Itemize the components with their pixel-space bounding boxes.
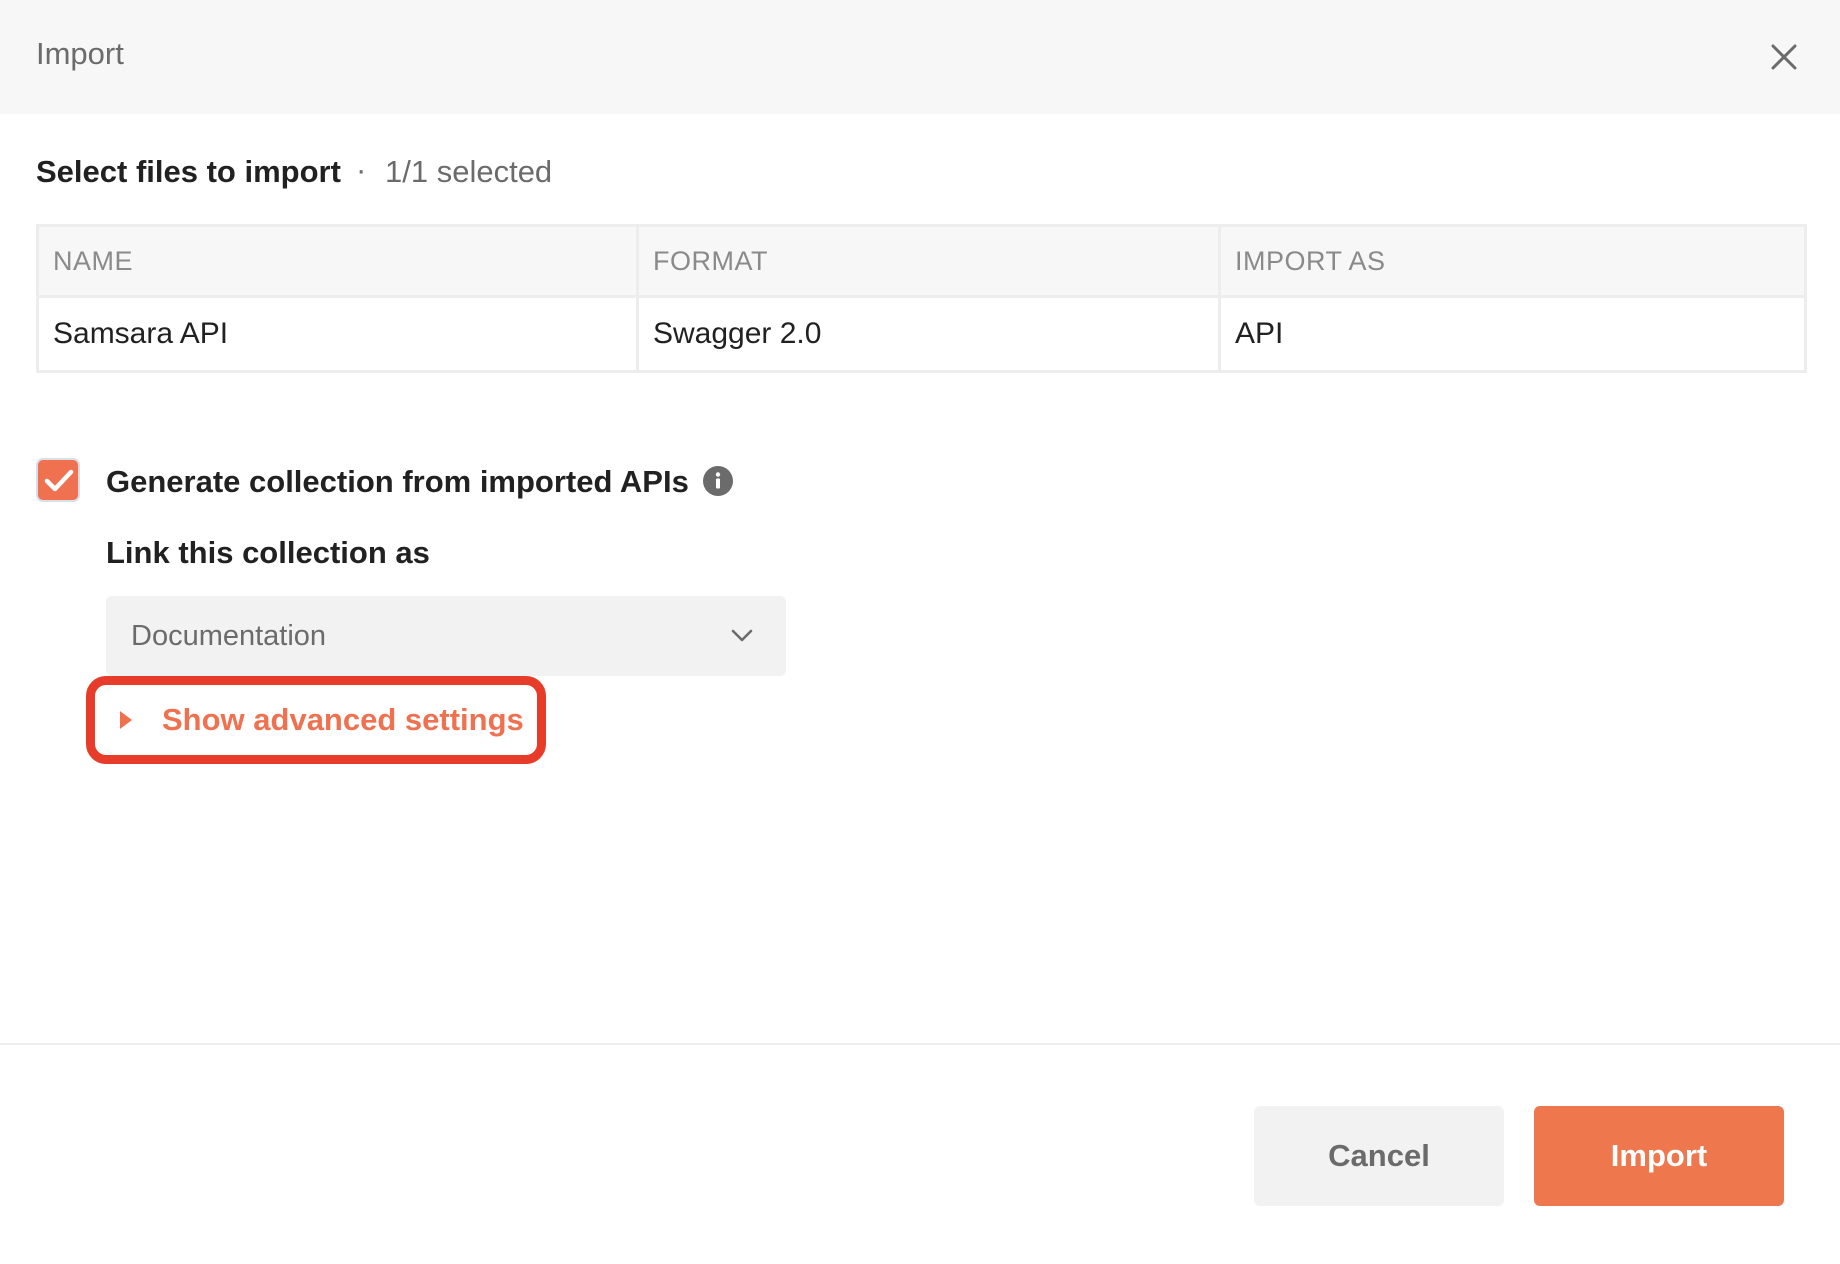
link-collection-select[interactable]: Documentation: [106, 596, 786, 676]
import-dialog: Import Select files to import · 1/1 sele…: [0, 0, 1840, 1264]
footer-divider: [0, 1043, 1840, 1045]
show-advanced-settings-label: Show advanced settings: [162, 702, 524, 737]
generate-collection-checkbox[interactable]: [36, 458, 80, 502]
column-header-name: NAME: [36, 224, 639, 298]
link-collection-label: Link this collection as: [106, 535, 430, 570]
column-header-import-as: IMPORT AS: [1218, 224, 1807, 298]
table-row[interactable]: Samsara API Swagger 2.0 API: [36, 295, 1807, 373]
dialog-header: Import: [0, 0, 1840, 114]
info-icon[interactable]: [703, 466, 733, 496]
close-icon: [1771, 44, 1797, 70]
column-header-format: FORMAT: [636, 224, 1221, 298]
close-button[interactable]: [1760, 33, 1808, 81]
generate-collection-label[interactable]: Generate collection from imported APIs: [106, 464, 689, 500]
cancel-button[interactable]: Cancel: [1254, 1106, 1504, 1206]
chevron-down-icon: [731, 629, 753, 642]
dialog-title: Import: [36, 36, 124, 71]
table-header-row: NAME FORMAT IMPORT AS: [36, 224, 1807, 298]
cell-name: Samsara API: [36, 295, 639, 373]
cell-format: Swagger 2.0: [636, 295, 1221, 373]
section-title: Select files to import: [36, 154, 341, 189]
caret-right-icon: [120, 711, 132, 729]
select-value: Documentation: [131, 620, 327, 652]
cell-import-as: API: [1218, 295, 1807, 373]
files-table: NAME FORMAT IMPORT AS Samsara API Swagge…: [36, 224, 1807, 373]
checkmark-icon: [44, 469, 74, 492]
selected-count: 1/1 selected: [385, 154, 553, 189]
import-button[interactable]: Import: [1534, 1106, 1784, 1206]
section-separator: ·: [356, 152, 367, 187]
